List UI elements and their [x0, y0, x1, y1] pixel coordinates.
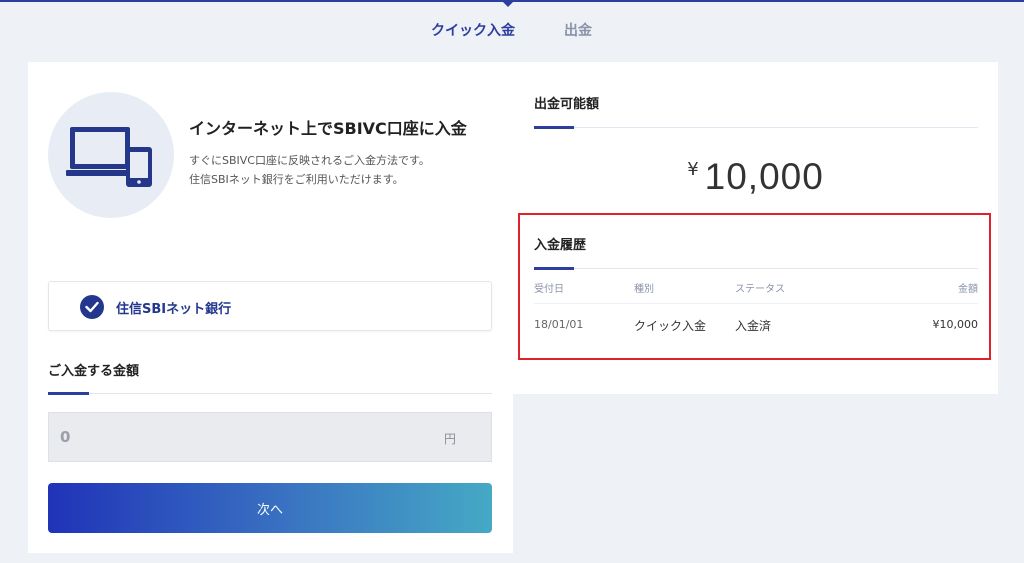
- bank-option-label: 住信SBIネット銀行: [116, 302, 232, 317]
- column-header-type: 種別: [634, 284, 654, 295]
- yen-unit-label: 円: [443, 432, 456, 446]
- laptop-phone-icon: [48, 92, 174, 218]
- row-amount: ¥10,000: [932, 318, 979, 331]
- available-amount-value: 10,000: [704, 156, 824, 197]
- column-header-date: 受付日: [534, 284, 564, 295]
- intro-line-1: すぐにSBIVC口座に反映されるご入金方法です。: [189, 154, 430, 167]
- deposit-amount-heading: ご入金する金額: [48, 364, 140, 379]
- history-heading: 入金履歴: [534, 238, 587, 253]
- row-date: 18/01/01: [534, 318, 584, 331]
- tab-withdraw[interactable]: 出金: [564, 20, 592, 40]
- deposit-amount-input[interactable]: [49, 413, 429, 461]
- divider: [534, 268, 978, 269]
- balance-panel: 出金可能額 ¥10,000 入金履歴 受付日 種別 ステータス 金額 18/01…: [513, 62, 998, 394]
- deposit-amount-field: 円: [48, 412, 492, 462]
- bank-option-card[interactable]: 住信SBIネット銀行: [48, 281, 492, 331]
- table-header-divider: [534, 303, 978, 304]
- column-header-status: ステータス: [735, 284, 785, 295]
- deposit-tabs: クイック入金 出金: [0, 20, 1024, 42]
- heading-accent-bar: [534, 267, 574, 270]
- deposit-panel: インターネット上でSBIVC口座に入金 すぐにSBIVC口座に反映されるご入金方…: [28, 62, 513, 553]
- heading-accent-bar: [48, 392, 89, 395]
- column-header-amount: 金額: [958, 284, 978, 295]
- heading-accent-bar: [534, 126, 574, 129]
- next-button[interactable]: 次へ: [48, 483, 492, 533]
- tab-quick-deposit[interactable]: クイック入金: [431, 20, 515, 40]
- intro-description: すぐにSBIVC口座に反映されるご入金方法です。 住信SBIネット銀行をご利用い…: [189, 151, 430, 189]
- intro-title: インターネット上でSBIVC口座に入金: [189, 119, 467, 138]
- active-tab-indicator: [503, 2, 513, 7]
- divider: [534, 127, 978, 128]
- row-type: クイック入金: [634, 319, 707, 333]
- row-status: 入金済: [735, 319, 772, 333]
- available-amount: ¥10,000: [513, 156, 998, 198]
- currency-symbol: ¥: [687, 159, 699, 180]
- divider: [48, 393, 492, 394]
- intro-line-2: 住信SBIネット銀行をご利用いただけます。: [189, 173, 404, 186]
- available-heading: 出金可能額: [534, 97, 600, 112]
- check-circle-icon: [80, 295, 104, 319]
